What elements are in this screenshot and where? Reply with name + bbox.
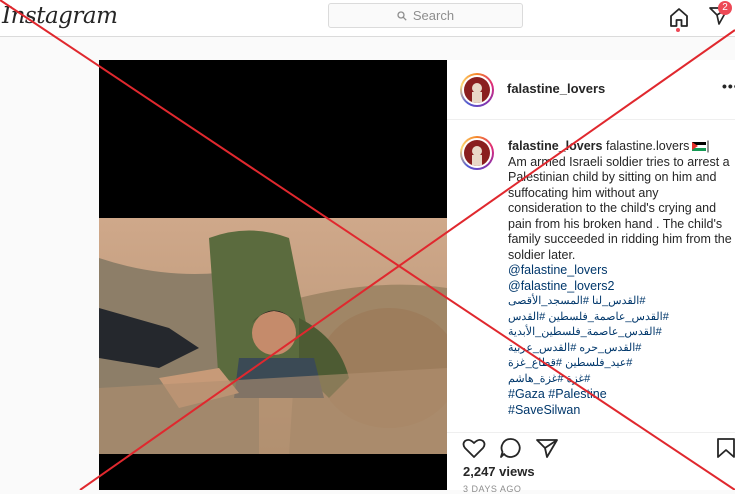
caption-tag[interactable]: #عيد_فلسطين #قطاع_غزة [508,356,734,372]
search-input[interactable]: Search [328,3,523,28]
palestine-flag-icon [692,142,707,152]
caption-trailing: | [706,139,710,153]
view-count[interactable]: 2,247 views [463,464,535,479]
caption-tag[interactable]: #SaveSilwan [508,403,734,419]
home-icon[interactable] [668,6,690,28]
caption-avatar[interactable] [460,136,494,170]
heart-icon[interactable] [462,437,486,459]
search-icon [397,10,407,21]
direct-badge: 2 [718,1,732,15]
comment-icon[interactable] [499,437,523,459]
caption-tag[interactable]: #القدس_عاصمة_فلسطين #القدس [508,310,734,326]
caption-tag[interactable]: #القدس_عاصمة_فلسطين_الأبدية [508,325,734,341]
more-options-icon[interactable]: ••• [722,78,735,94]
share-icon[interactable] [535,437,559,459]
caption-display-name: falastine.lovers [605,139,690,153]
top-navigation-bar: Instagram Search 2 [0,0,735,37]
actions-divider [447,432,735,433]
bookmark-icon[interactable] [716,437,735,459]
caption-tag[interactable]: #Gaza #Palestine [508,387,734,403]
post-date: 3 DAYS AGO [463,484,522,494]
caption-tag[interactable]: #القدس_لنا #المسجد_الأقصى [508,294,734,310]
caption-tag[interactable]: #القدس_حره #القدس_عربية [508,341,734,357]
home-active-dot [676,28,680,32]
caption-tag[interactable]: #غزة #غزة_هاشم [508,372,734,388]
instagram-logo[interactable]: Instagram [2,3,118,29]
header-username[interactable]: falastine_lovers [507,81,605,96]
caption-tag[interactable]: @falastine_lovers [508,263,734,279]
caption-username[interactable]: falastine_lovers [508,139,603,153]
header-divider [447,119,735,120]
post-video[interactable] [99,60,447,490]
caption-text: Am armed Israeli soldier tries to arrest… [508,154,732,262]
video-frame-image [99,218,447,454]
caption-tag[interactable]: @falastine_lovers2 [508,279,734,295]
caption-overflow-cover [447,418,735,432]
post-caption: falastine_lovers falastine.lovers | Am ar… [508,139,734,418]
search-placeholder: Search [412,8,455,23]
header-avatar[interactable] [460,73,494,107]
